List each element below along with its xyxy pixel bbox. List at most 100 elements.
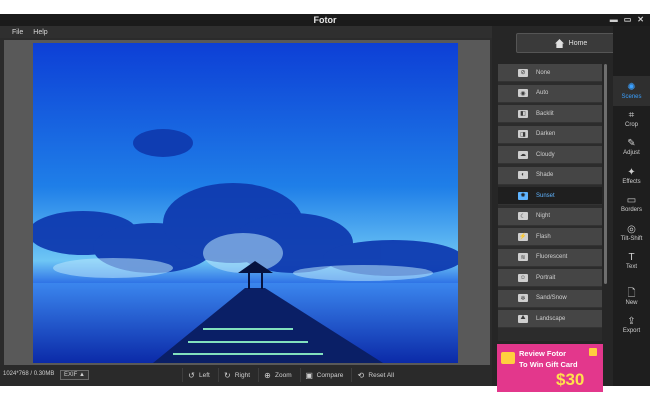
scene-none[interactable]: ⊘ None	[498, 64, 602, 82]
nav-label: Crop	[624, 121, 638, 128]
zoom-label: Zoom	[275, 371, 292, 379]
scene-label: Landscape	[536, 315, 566, 322]
scene-darken[interactable]: ◨ Darken	[498, 125, 602, 144]
nav-label: Effects	[622, 178, 641, 185]
new-file-icon: 🗋	[627, 287, 636, 299]
cloudy-icon: ☁	[518, 150, 528, 159]
nav-borders[interactable]: ▭ Borders	[613, 189, 650, 219]
scene-label: None	[536, 69, 551, 76]
reset-icon: ⟲	[357, 370, 365, 380]
title-bar: Fotor ▬ ▭ ✕	[0, 14, 650, 26]
nav-tilt-shift[interactable]: ◎ Tilt-Shift	[613, 218, 650, 248]
nav-text[interactable]: T Text	[613, 246, 650, 276]
nav-label: Scenes	[621, 93, 642, 100]
portrait-icon: ☺	[518, 273, 528, 282]
scene-landscape[interactable]: ⛰ Landscape	[498, 310, 602, 328]
scene-flash[interactable]: ⚡ Flash	[498, 228, 602, 246]
rotate-left-button[interactable]: ↺ Left	[182, 368, 214, 382]
right-panel: Home ⊘ None ◉ Auto ◧ Backlit ◨ Darken ☁ …	[492, 26, 650, 392]
sunset-icon: ✺	[518, 191, 528, 200]
fluorescent-icon: ≋	[518, 253, 528, 261]
rotate-right-icon: ↻	[223, 370, 231, 380]
menu-file[interactable]: File	[12, 29, 23, 36]
scene-label: Backlit	[536, 110, 554, 117]
night-icon: ☾	[518, 212, 528, 220]
minimize-icon[interactable]: ▬	[610, 14, 618, 26]
scene-label: Cloudy	[536, 151, 555, 158]
scene-auto[interactable]: ◉ Auto	[498, 84, 602, 103]
scene-label: Fluorescent	[536, 254, 568, 260]
gift-box-icon	[589, 348, 597, 356]
photo-preview[interactable]	[33, 43, 458, 363]
bottom-toolbar: 1024*768 / 0.30MB EXIF ▲ ↺ Left ↻ Right …	[0, 365, 492, 386]
ad-amount: $30	[556, 370, 585, 389]
home-icon	[554, 38, 564, 48]
target-icon: ◎	[627, 223, 636, 235]
mountain-icon: ⛰	[518, 314, 528, 323]
scenes-scrollbar[interactable]	[604, 64, 607, 284]
nav-crop[interactable]: ⌗ Crop	[613, 104, 650, 134]
scene-sand-snow[interactable]: ❄ Sand/Snow	[498, 289, 602, 308]
export-icon: ⇪	[627, 315, 636, 327]
nav-effects[interactable]: ✦ Effects	[613, 161, 650, 191]
ad-line-1: Review Fotor	[519, 349, 567, 358]
maximize-icon[interactable]: ▭	[624, 14, 632, 26]
nav-label: New	[625, 299, 638, 306]
auto-icon: ◉	[518, 89, 528, 97]
none-icon: ⊘	[518, 68, 528, 77]
gift-card-ad[interactable]: Review Fotor To Win Gift Card $30	[497, 344, 603, 392]
sunset-pier-image	[33, 43, 458, 363]
frame-icon: ▭	[626, 194, 637, 206]
photo-canvas	[4, 40, 490, 365]
tool-sidebar: ✺ Scenes ⌗ Crop ✎ Adjust ✦ Effects ▭ Bor…	[613, 26, 650, 386]
shade-icon: ◐	[518, 171, 528, 179]
nav-export[interactable]: ⇪ Export	[613, 310, 650, 340]
pencil-icon: ✎	[627, 137, 636, 149]
scene-label: Shade	[536, 172, 554, 178]
compare-button[interactable]: ▣ Compare	[299, 368, 348, 382]
sparkle-icon: ✦	[627, 166, 636, 178]
backlit-icon: ◧	[518, 109, 528, 118]
scene-label: Sunset	[536, 192, 555, 199]
scene-label: Auto	[536, 90, 549, 96]
scene-night[interactable]: ☾ Night	[498, 207, 602, 226]
rotate-left-icon: ↺	[188, 370, 195, 380]
ad-line-2: To Win Gift Card	[519, 360, 578, 369]
reset-all-button[interactable]: ⟲ Reset All	[351, 368, 398, 382]
scene-portrait[interactable]: ☺ Portrait	[498, 269, 602, 287]
menu-help[interactable]: Help	[33, 29, 47, 36]
nav-adjust[interactable]: ✎ Adjust	[613, 132, 650, 162]
compare-icon: ▣	[305, 370, 313, 380]
nav-scenes[interactable]: ✺ Scenes	[613, 76, 650, 106]
home-button[interactable]: Home	[516, 33, 626, 53]
nav-label: Export	[622, 327, 641, 334]
rotate-right-button[interactable]: ↻ Right	[217, 368, 254, 382]
menu-bar: File Help	[0, 26, 492, 38]
app-window: Fotor ▬ ▭ ✕ File Help 1024*768 / 0.30MB …	[0, 14, 650, 392]
exif-button[interactable]: EXIF ▲	[60, 370, 89, 380]
compare-label: Compare	[316, 371, 344, 379]
scene-label: Night	[536, 213, 551, 219]
darken-icon: ◨	[518, 130, 528, 138]
snowflake-icon: ❄	[518, 294, 528, 302]
scene-sunset[interactable]: ✺ Sunset	[498, 187, 602, 205]
rotate-left-label: Left	[199, 371, 210, 379]
scene-shade[interactable]: ◐ Shade	[498, 166, 602, 185]
scene-label: Darken	[536, 131, 556, 137]
home-label: Home	[568, 39, 588, 47]
nav-new[interactable]: 🗋 New	[613, 282, 650, 312]
reset-all-label: Reset All	[368, 371, 395, 379]
scene-label: Flash	[536, 233, 551, 240]
scenes-list: ⊘ None ◉ Auto ◧ Backlit ◨ Darken ☁ Cloud…	[498, 64, 602, 341]
flash-icon: ⚡	[518, 232, 528, 241]
nav-label: Text	[625, 263, 637, 270]
window-title: Fotor	[313, 15, 337, 25]
close-icon[interactable]: ✕	[637, 14, 644, 26]
scene-cloudy[interactable]: ☁ Cloudy	[498, 146, 602, 164]
scene-fluorescent[interactable]: ≋ Fluorescent	[498, 248, 602, 267]
sun-icon: ✺	[627, 81, 636, 93]
zoom-button[interactable]: ⊕ Zoom	[258, 368, 296, 382]
scene-label: Sand/Snow	[536, 295, 567, 301]
scene-backlit[interactable]: ◧ Backlit	[498, 105, 602, 123]
nav-label: Borders	[620, 206, 642, 213]
